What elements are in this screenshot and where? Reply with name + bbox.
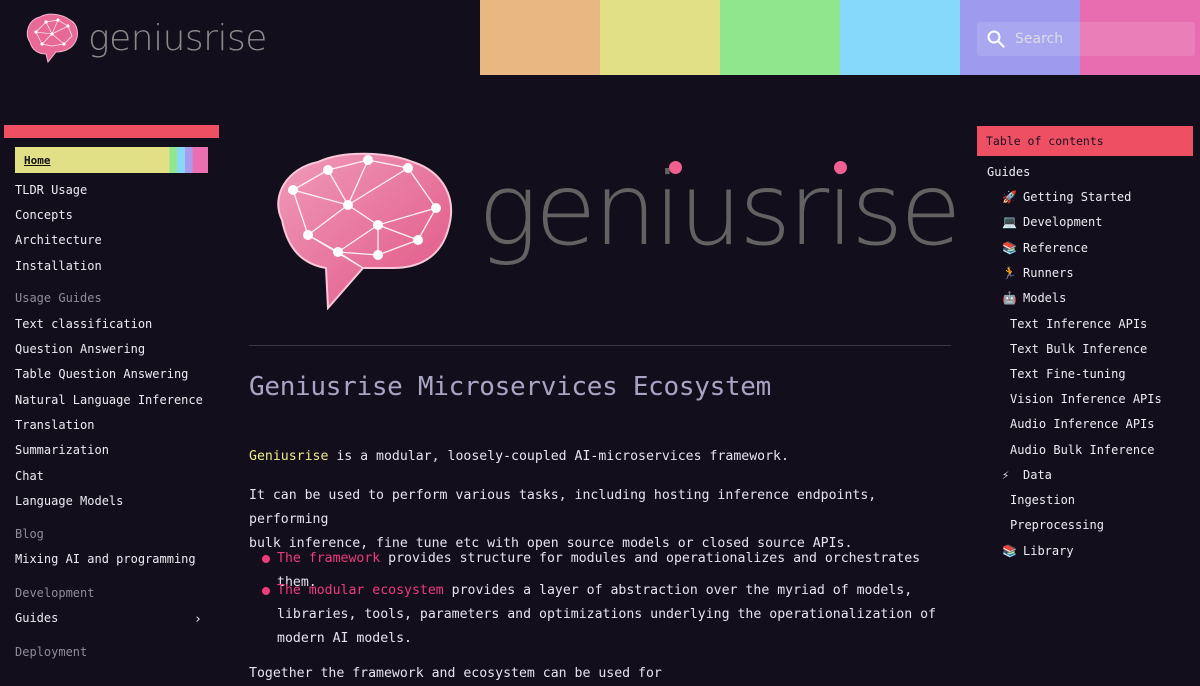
runner-icon: 🏃 [1002,266,1017,280]
toc-title: Table of contents [977,126,1193,156]
logo[interactable]: geniusrise [22,12,267,64]
toc-getting-started[interactable]: Getting Started [1023,190,1131,204]
sidebar-item-table-qa[interactable]: Table Question Answering [15,367,188,381]
brain-logo-icon [26,13,78,64]
stripe-orange [480,0,600,75]
chevron-right-icon[interactable]: › [194,612,202,627]
hero-dot-1 [669,161,682,174]
toc-runners[interactable]: Runners [1023,266,1074,280]
toc-preprocessing[interactable]: Preprocessing [1010,518,1104,532]
toc-guides[interactable]: Guides [987,165,1030,179]
toc-library[interactable]: Library [1023,544,1074,558]
sidebar-item-architecture[interactable]: Architecture [15,233,102,247]
toc-text-bulk-inference[interactable]: Text Bulk Inference [1010,342,1147,356]
sidebar-item-label: Home [24,153,51,167]
toc-audio-bulk-inference[interactable]: Audio Bulk Inference [1010,443,1155,457]
sidebar-heading-usage-guides: Usage Guides [15,291,102,305]
toc-audio-inference-apis[interactable]: Audio Inference APIs [1010,417,1155,431]
intro-text: is a modular, loosely-coupled AI-microse… [328,449,789,464]
trailing-paragraph: Together the framework and ecosystem can… [249,666,662,681]
sidebar-item-tldr[interactable]: TLDR Usage [15,183,87,197]
sidebar-item-mixing-ai[interactable]: Mixing AI and programming [15,552,196,566]
framework-link[interactable]: The framework [277,551,380,566]
sidebar-item-translation[interactable]: Translation [15,418,94,432]
sidebar-heading-development: Development [15,586,95,600]
sidebar-item-concepts[interactable]: Concepts [15,208,73,222]
bullet-text: libraries, tools, parameters and optimiz… [277,607,936,622]
stripe-blue [840,0,960,75]
divider [249,345,951,346]
search-icon [987,30,1005,48]
lightning-icon: ⚡ [1002,468,1010,482]
intro-paragraph: Geniusrise is a modular, loosely-coupled… [249,445,949,469]
sidebar-item-text-classification[interactable]: Text classification [15,317,152,331]
toc-text-inference-apis[interactable]: Text Inference APIs [1010,317,1147,331]
laptop-icon: 💻 [1002,215,1017,229]
toc-ingestion[interactable]: Ingestion [1010,493,1075,507]
bullet-text: modern AI models. [277,631,412,646]
stripe-yellow [600,0,720,75]
toc-reference[interactable]: Reference [1023,241,1088,255]
books-icon: 📚 [1002,241,1017,255]
sidebar-item-home[interactable]: Home [15,147,208,173]
sidebar-item-nli[interactable]: Natural Language Inference [15,393,203,407]
geniusrise-link[interactable]: Geniusrise [249,449,328,464]
bullet-ecosystem: The modular ecosystem provides a layer o… [277,579,957,651]
sidebar-item-installation[interactable]: Installation [15,259,102,273]
sidebar-heading-deployment: Deployment [15,645,88,659]
books-icon: 📚 [1002,544,1017,558]
bullet-text: provides a layer of abstraction over the… [443,583,913,598]
rocket-icon: 🚀 [1002,190,1017,204]
search-input[interactable]: Search [977,22,1195,56]
top-header: geniusrise Search [0,0,1200,75]
hero-dot-2 [834,161,847,174]
toc-data[interactable]: Data [1023,468,1052,482]
toc-models[interactable]: Models [1023,291,1066,305]
logo-text: geniusrise [88,17,267,59]
usage-paragraph: It can be used to perform various tasks,… [249,484,949,556]
toc-text-fine-tuning[interactable]: Text Fine-tuning [1010,367,1126,381]
robot-icon: 🤖 [1002,291,1017,305]
sidebar-item-language-models[interactable]: Language Models [15,494,123,508]
hero-logo-text: geniusrise [478,151,962,268]
usage-line-1: It can be used to perform various tasks,… [249,488,877,527]
sidebar-heading-blog: Blog [15,527,44,541]
bullet-dot [262,555,270,563]
sidebar-item-question-answering[interactable]: Question Answering [15,342,145,356]
page-title: Geniusrise Microservices Ecosystem [249,372,772,402]
brain-hero-icon [277,152,453,310]
sidebar-item-summarization[interactable]: Summarization [15,443,109,457]
modular-ecosystem-link[interactable]: The modular ecosystem [277,583,444,598]
stripe-green [720,0,840,75]
toc-development[interactable]: Development [1023,215,1102,229]
bullet-dot [262,587,270,595]
sidebar-item-chat[interactable]: Chat [15,469,44,483]
sidebar-accent-bar [4,125,219,138]
search-placeholder: Search [1015,31,1064,47]
sidebar-item-guides[interactable]: Guides [15,611,58,625]
toc-vision-inference-apis[interactable]: Vision Inference APIs [1010,392,1162,406]
